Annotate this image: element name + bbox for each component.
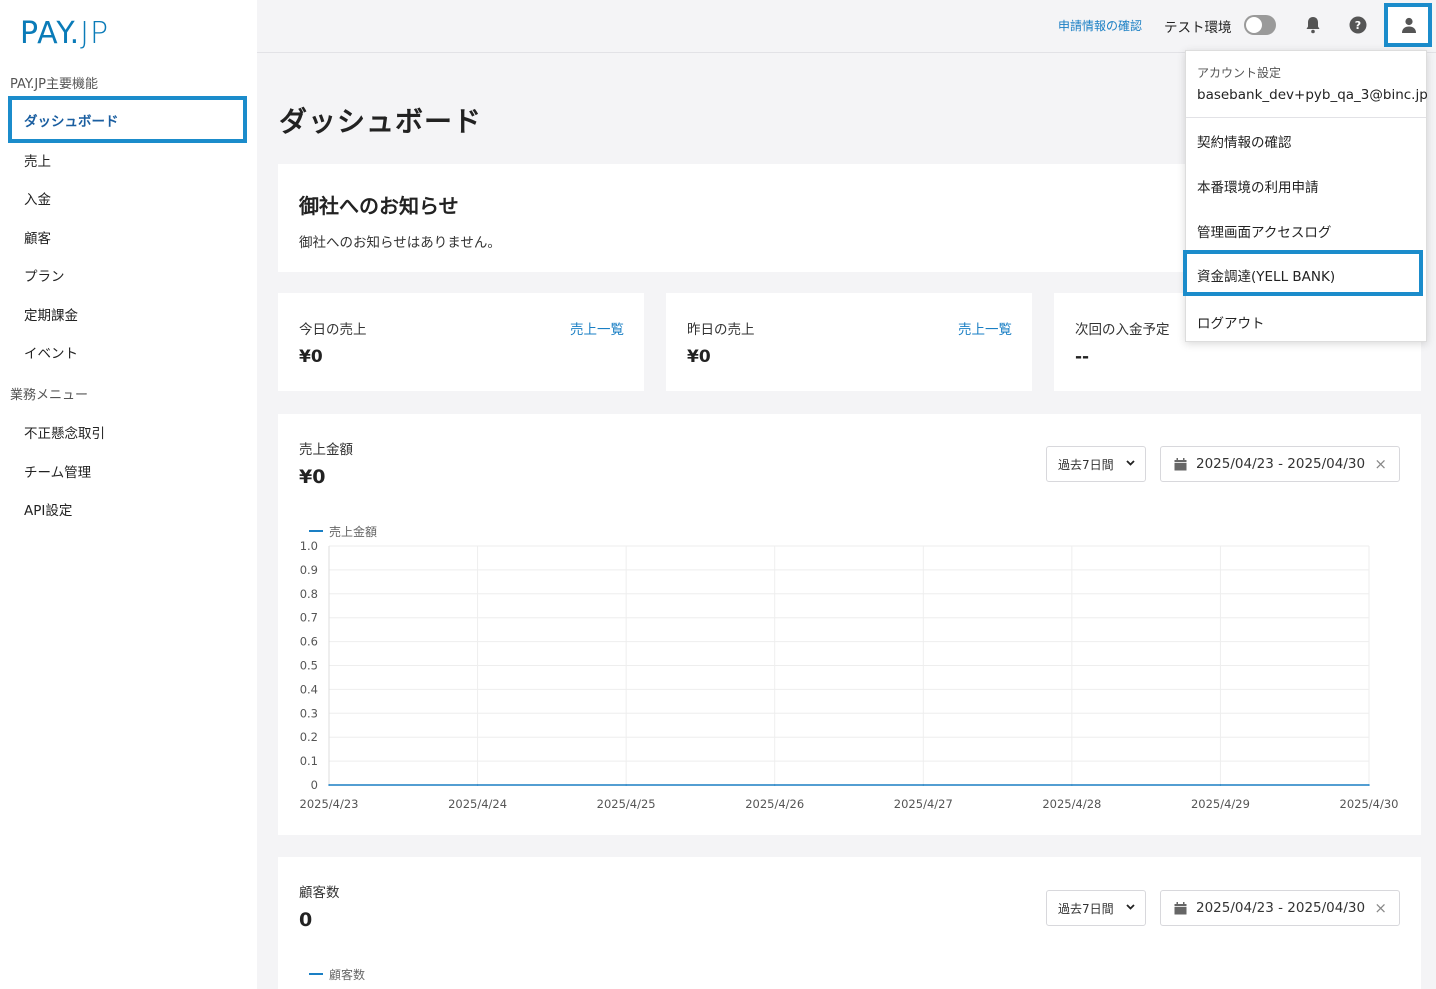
account-email: basebank_dev+pyb_qa_3@binc.jp	[1197, 87, 1428, 103]
y-tick-label: 0.7	[300, 611, 318, 625]
stat-value: --	[1075, 347, 1090, 367]
sales-line-chart: 1.0 0.9 0.8 0.7 0.6 0.5 0.4 0.3 0.2 0.1 0 2025/4/23…	[300, 539, 1399, 811]
data-point	[1219, 784, 1222, 786]
y-tick-label: 0.4	[300, 682, 318, 696]
stat-label: 今日の売上	[299, 322, 367, 338]
sidebar-item-api[interactable]: API設定	[24, 499, 72, 519]
logo-main: PAY	[20, 16, 70, 51]
x-tick-label: 2025/4/24	[448, 797, 507, 811]
period-select[interactable]: 過去7日間	[1046, 890, 1146, 926]
sidebar: PAY.JP PAY.JP主要機能 ダッシュボード 売上 入金 顧客 プラン 定…	[0, 0, 257, 989]
test-env-toggle[interactable]	[1244, 15, 1276, 35]
y-tick-label: 0.3	[300, 706, 318, 720]
env-label: テスト環境	[1164, 20, 1232, 36]
stat-card-yesterday: 昨日の売上 売上一覧 ¥0	[666, 293, 1032, 391]
sales-chart-card: 売上金額 ¥0 過去7日間 2025/04/23 - 2025/04/30 × …	[278, 414, 1421, 835]
stat-label: 次回の入金予定	[1075, 322, 1170, 338]
date-range-text: 2025/04/23 - 2025/04/30	[1196, 900, 1366, 916]
data-point	[1368, 784, 1370, 786]
data-point	[476, 784, 479, 786]
y-tick-label: 1.0	[300, 539, 318, 553]
sidebar-item-sales[interactable]: 売上	[24, 150, 51, 170]
sidebar-item-customers[interactable]: 顧客	[24, 227, 51, 247]
sidebar-item-plans[interactable]: プラン	[24, 265, 65, 285]
sales-list-link[interactable]: 売上一覧	[570, 318, 624, 338]
legend-swatch	[309, 973, 323, 975]
account-settings-label[interactable]: アカウント設定	[1197, 64, 1281, 81]
menu-item-access-log[interactable]: 管理画面アクセスログ	[1197, 221, 1331, 241]
stat-value: ¥0	[687, 347, 711, 367]
data-point	[922, 784, 925, 786]
y-tick-label: 0.1	[300, 754, 318, 768]
svg-text:?: ?	[1355, 19, 1361, 32]
calendar-icon	[1174, 902, 1187, 915]
x-tick-label: 2025/4/25	[597, 797, 656, 811]
customers-value: 0	[299, 909, 313, 931]
menu-item-contract-info[interactable]: 契約情報の確認	[1197, 131, 1292, 151]
application-info-link[interactable]: 申請情報の確認	[1058, 17, 1142, 34]
legend-label: 顧客数	[329, 968, 366, 982]
account-dropdown: アカウント設定 basebank_dev+pyb_qa_3@binc.jp 契約…	[1183, 50, 1428, 342]
user-menu-button[interactable]	[1384, 3, 1432, 47]
date-range-picker[interactable]: 2025/04/23 - 2025/04/30 ×	[1160, 890, 1400, 926]
y-tick-label: 0.5	[300, 659, 318, 673]
sidebar-section-main: PAY.JP主要機能	[10, 77, 99, 92]
data-point	[625, 784, 627, 786]
sales-list-link[interactable]: 売上一覧	[958, 318, 1012, 338]
y-tick-label: 0	[311, 778, 318, 792]
sidebar-section-business: 業務メニュー	[10, 388, 89, 403]
x-tick-label: 2025/4/26	[745, 797, 804, 811]
data-point	[773, 784, 776, 786]
menu-item-production-apply[interactable]: 本番環境の利用申請	[1197, 176, 1319, 196]
y-tick-label: 0.6	[300, 635, 318, 649]
logo-dot: .	[69, 16, 81, 51]
divider	[1186, 117, 1426, 118]
menu-item-yell-bank[interactable]: 資金調達(YELL BANK)	[1183, 250, 1423, 296]
clear-date-icon[interactable]: ×	[1374, 899, 1387, 917]
sidebar-item-dashboard[interactable]: ダッシュボード	[8, 96, 247, 143]
sidebar-item-events[interactable]: イベント	[24, 342, 78, 362]
stat-label: 昨日の売上	[687, 322, 755, 338]
y-tick-label: 0.9	[300, 563, 318, 577]
data-point	[328, 784, 330, 786]
customers-chart-card: 顧客数 0 過去7日間 2025/04/23 - 2025/04/30 × 顧客…	[278, 857, 1421, 989]
sidebar-item-deposits[interactable]: 入金	[24, 188, 51, 208]
notice-title: 御社へのお知らせ	[299, 194, 459, 218]
sidebar-item-subscriptions[interactable]: 定期課金	[24, 304, 78, 324]
sidebar-item-fraud[interactable]: 不正懸念取引	[24, 422, 105, 442]
notice-text: 御社へのお知らせはありません。	[299, 235, 501, 251]
logo[interactable]: PAY.JP	[20, 16, 109, 51]
help-icon[interactable]: ?	[1347, 14, 1369, 36]
sidebar-item-team[interactable]: チーム管理	[24, 461, 91, 481]
menu-item-logout[interactable]: ログアウト	[1197, 312, 1265, 332]
user-icon	[1402, 17, 1416, 33]
y-tick-label: 0.8	[300, 587, 318, 601]
x-tick-label: 2025/4/28	[1042, 797, 1101, 811]
chevron-down-icon	[1126, 904, 1135, 910]
bell-icon[interactable]	[1302, 14, 1324, 36]
page-title: ダッシュボード	[279, 105, 483, 138]
logo-suffix: JP	[80, 16, 110, 51]
x-tick-label: 2025/4/29	[1191, 797, 1250, 811]
data-point	[1071, 784, 1073, 786]
y-tick-label: 0.2	[300, 730, 318, 744]
customers-label: 顧客数	[299, 885, 340, 901]
x-tick-label: 2025/4/27	[894, 797, 953, 811]
x-tick-label: 2025/4/30	[1340, 797, 1399, 811]
x-tick-label: 2025/4/23	[300, 797, 359, 811]
toggle-knob	[1246, 17, 1262, 33]
stat-value: ¥0	[299, 347, 323, 367]
stat-card-today: 今日の売上 売上一覧 ¥0	[278, 293, 644, 391]
period-select-value: 過去7日間	[1058, 902, 1114, 916]
